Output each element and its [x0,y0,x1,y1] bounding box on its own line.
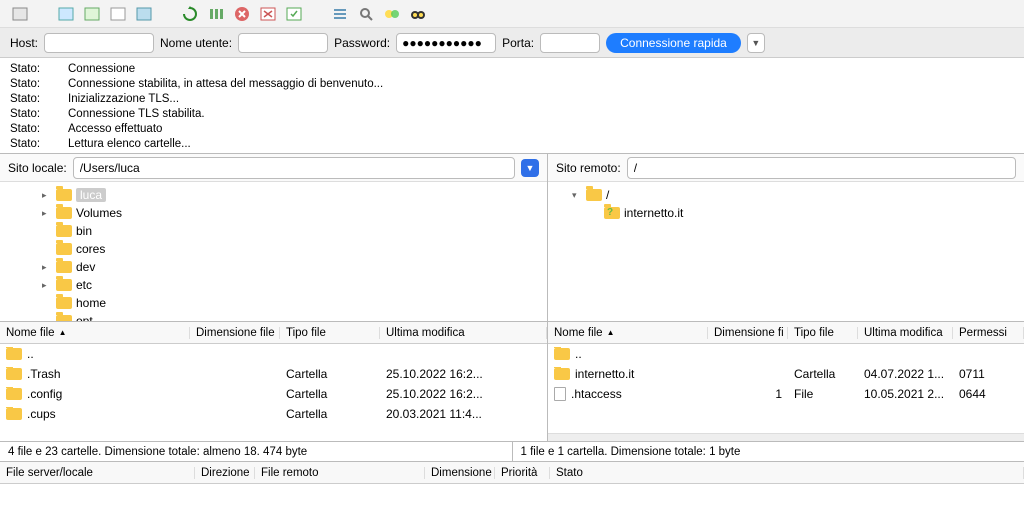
host-label: Host: [10,36,38,50]
log-line: Stato:Lettura elenco cartelle... [10,137,1014,152]
tree-item[interactable]: ▸Volumes [18,204,547,222]
binoculars-icon[interactable] [408,4,428,24]
sitemanager-icon[interactable] [10,4,30,24]
tree-item[interactable]: opt [18,312,547,322]
reconnect-icon[interactable] [284,4,304,24]
remote-scrollbar[interactable] [548,433,1024,441]
col-mod[interactable]: Ultima modifica [380,327,547,339]
tree-item[interactable]: cores [18,240,547,258]
log-line: Stato:Inizializzazione TLS... [10,92,1014,107]
file-row[interactable]: .configCartella25.10.2022 16:2... [0,384,547,404]
pass-input[interactable] [396,33,496,53]
toggle-log-icon[interactable] [56,4,76,24]
process-queue-icon[interactable] [206,4,226,24]
filter-icon[interactable] [330,4,350,24]
col-name: Nome file▲ [0,327,190,339]
col-size[interactable]: Dimensione file [190,327,280,339]
user-input[interactable] [238,33,328,53]
tree-item[interactable]: home [18,294,547,312]
q-col-dir[interactable]: Direzione [195,467,255,479]
file-row[interactable]: .. [0,344,547,364]
sort-asc-icon: ▲ [607,328,615,337]
tree-item[interactable]: internetto.it [566,204,1024,222]
pass-label: Password: [334,36,390,50]
toggle-queue-icon[interactable] [134,4,154,24]
port-label: Porta: [502,36,534,50]
quickconnect-button[interactable]: Connessione rapida [606,33,741,53]
col-type[interactable]: Tipo file [280,327,380,339]
remote-file-list[interactable]: ..internetto.itCartella04.07.2022 1...07… [548,344,1024,433]
local-tree[interactable]: ▸luca▸Volumesbincores▸dev▸etchomeopt [0,182,547,322]
cancel-icon[interactable] [232,4,252,24]
local-path-dropdown[interactable]: ▼ [521,159,539,177]
quickconnect-bar: Host: Nome utente: Password: Porta: Conn… [0,28,1024,58]
file-row[interactable]: .cupsCartella20.03.2021 11:4... [0,404,547,424]
tree-item[interactable]: ▸luca [18,186,547,204]
toggle-local-tree-icon[interactable] [82,4,102,24]
q-col-fr[interactable]: File remoto [255,467,425,479]
local-status: 4 file e 23 cartelle. Dimensione totale:… [0,442,513,462]
q-col-dim[interactable]: Dimensione [425,467,495,479]
message-log[interactable]: Stato:ConnessioneStato:Connessione stabi… [0,58,1024,154]
refresh-icon[interactable] [180,4,200,24]
remote-path-input[interactable] [627,157,1016,179]
local-site-label: Sito locale: [8,161,67,175]
log-line: Stato:Connessione TLS stabilita. [10,107,1014,122]
col-name: Nome file▲ [548,327,708,339]
sort-asc-icon: ▲ [59,328,67,337]
local-file-list[interactable]: ...TrashCartella25.10.2022 16:2....confi… [0,344,547,441]
disconnect-icon[interactable] [258,4,278,24]
local-path-input[interactable] [73,157,515,179]
user-label: Nome utente: [160,36,232,50]
q-col-pri[interactable]: Priorità [495,467,550,479]
col-perm[interactable]: Permessi [953,327,1024,339]
log-line: Stato:Connessione [10,62,1014,77]
remote-pane: Sito remoto: ▾/internetto.it Nome file▲ … [548,154,1024,441]
remote-tree[interactable]: ▾/internetto.it [548,182,1024,322]
q-col-stato[interactable]: Stato [550,467,1024,479]
search-icon[interactable] [356,4,376,24]
compare-icon[interactable] [382,4,402,24]
remote-status: 1 file e 1 cartella. Dimensione totale: … [513,442,1024,462]
log-line: Stato:Connessione stabilita, in attesa d… [10,77,1014,92]
local-pane: Sito locale: ▼ ▸luca▸Volumesbincores▸dev… [0,154,548,441]
tree-item[interactable]: ▸etc [18,276,547,294]
log-line: Stato:Accesso effettuato [10,122,1014,137]
col-size[interactable]: Dimensione fi [708,327,788,339]
transfer-queue-header[interactable]: File server/locale Direzione File remoto… [0,462,1024,484]
file-row[interactable]: internetto.itCartella04.07.2022 1...0711 [548,364,1024,384]
q-col-fsl[interactable]: File server/locale [0,467,195,479]
col-mod[interactable]: Ultima modifica [858,327,953,339]
remote-site-label: Sito remoto: [556,161,621,175]
col-type[interactable]: Tipo file [788,327,858,339]
file-row[interactable]: .. [548,344,1024,364]
local-columns[interactable]: Nome file▲ Dimensione file Tipo file Ult… [0,322,547,344]
remote-columns[interactable]: Nome file▲ Dimensione fi Tipo file Ultim… [548,322,1024,344]
quickconnect-dropdown[interactable]: ▼ [747,33,765,53]
file-row[interactable]: .htaccess1File10.05.2021 2...0644 [548,384,1024,404]
port-input[interactable] [540,33,600,53]
file-row[interactable]: .TrashCartella25.10.2022 16:2... [0,364,547,384]
main-toolbar [0,0,1024,28]
tree-item[interactable]: bin [18,222,547,240]
tree-item[interactable]: ▸dev [18,258,547,276]
host-input[interactable] [44,33,154,53]
tree-item[interactable]: ▾/ [566,186,1024,204]
toggle-remote-tree-icon[interactable] [108,4,128,24]
